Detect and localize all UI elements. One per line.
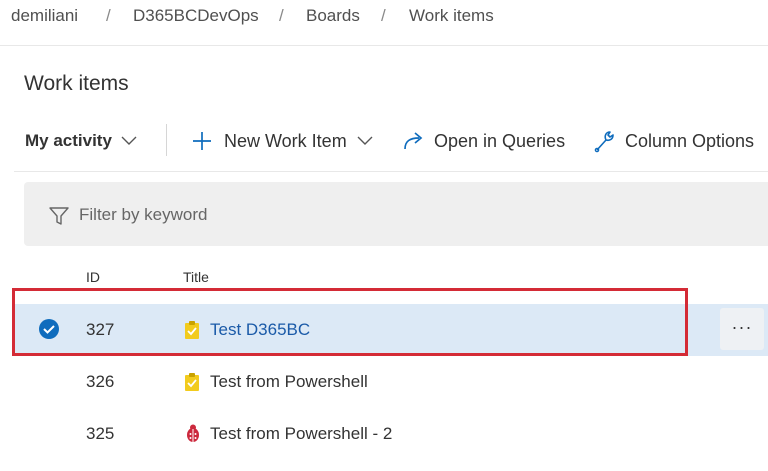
table-row[interactable]: 325 Test from Powershell - 2	[14, 408, 768, 460]
chevron-down-icon	[357, 136, 373, 146]
work-item-id: 325	[86, 424, 115, 443]
breadcrumb-item-boards[interactable]: Boards	[306, 6, 360, 26]
column-options-button[interactable]: Column Options	[593, 128, 754, 154]
filter-funnel-icon	[48, 205, 70, 232]
task-icon	[184, 372, 200, 397]
redirect-arrow-icon	[402, 130, 426, 152]
open-in-queries-button[interactable]: Open in Queries	[402, 128, 565, 154]
header-divider	[0, 45, 768, 46]
plus-icon	[191, 130, 213, 152]
breadcrumb-separator: /	[381, 6, 386, 25]
breadcrumb-item-project[interactable]: D365BCDevOps	[133, 6, 259, 26]
breadcrumb-item-work-items[interactable]: Work items	[409, 6, 494, 26]
work-item-id: 327	[86, 320, 115, 339]
wrench-icon	[593, 129, 615, 153]
work-item-title-link[interactable]: Test from Powershell - 2	[210, 424, 392, 444]
view-selector[interactable]: My activity	[25, 128, 137, 154]
bug-icon	[184, 423, 202, 448]
column-options-label: Column Options	[625, 130, 755, 151]
table-row[interactable]: 327 Test D365BC	[14, 304, 768, 356]
toolbar-divider	[166, 124, 167, 156]
checkmark-circle-icon[interactable]	[38, 318, 60, 345]
column-header-id[interactable]: ID	[86, 269, 100, 285]
work-item-title-link[interactable]: Test D365BC	[210, 320, 310, 340]
toolbar-divider-horizontal	[14, 171, 768, 172]
filter-input[interactable]: Filter by keyword	[79, 205, 207, 225]
task-icon	[184, 320, 200, 345]
breadcrumb-item-org[interactable]: demiliani	[11, 6, 78, 26]
more-actions-icon: ···	[731, 317, 753, 337]
work-item-title-link[interactable]: Test from Powershell	[210, 372, 368, 392]
view-selector-label: My activity	[25, 131, 112, 150]
work-item-id: 326	[86, 372, 115, 391]
chevron-down-icon	[121, 136, 137, 146]
breadcrumb-separator: /	[279, 6, 284, 25]
new-work-item-label: New Work Item	[224, 130, 347, 151]
table-row[interactable]: 326 Test from Powershell	[14, 356, 768, 408]
page-title: Work items	[24, 72, 129, 95]
more-actions-button[interactable]: ···	[720, 308, 764, 350]
breadcrumb-separator: /	[106, 6, 111, 25]
column-header-title[interactable]: Title	[183, 269, 209, 285]
open-in-queries-label: Open in Queries	[434, 130, 566, 151]
new-work-item-button[interactable]: New Work Item	[191, 128, 373, 154]
